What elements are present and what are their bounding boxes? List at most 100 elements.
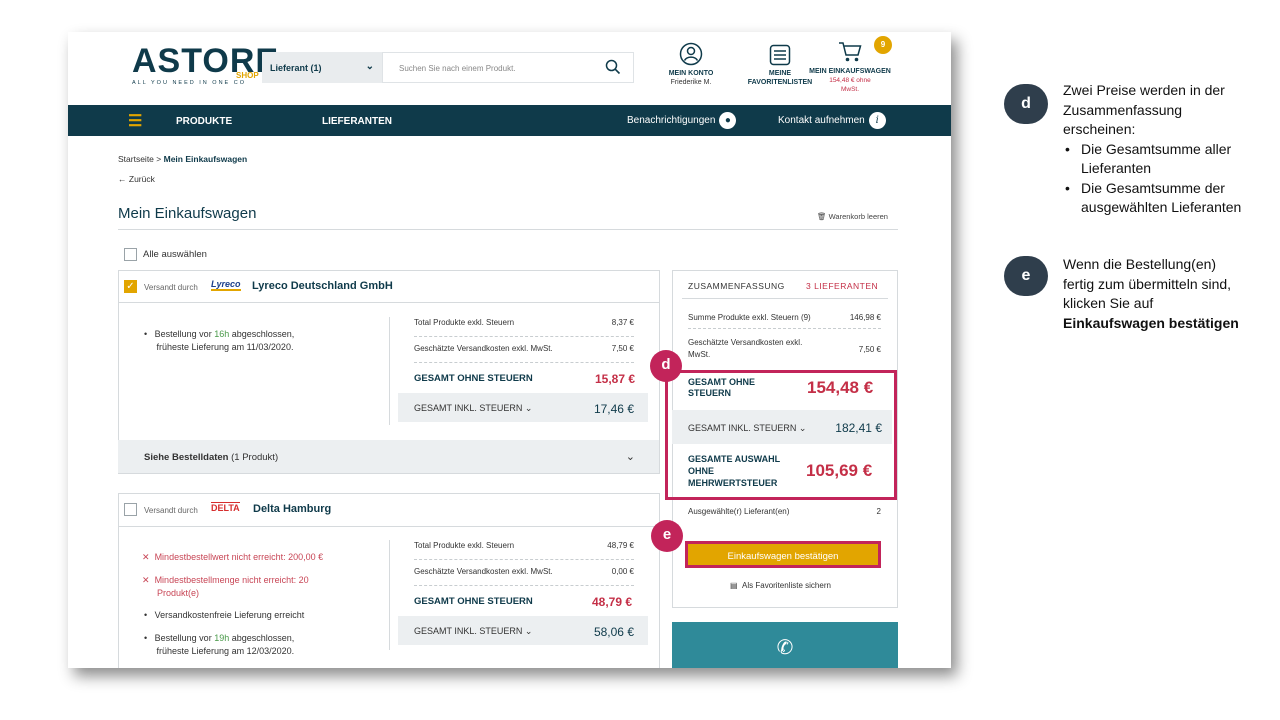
selection-total-label-3: MEHRWERTSTEUER — [688, 478, 778, 488]
logo-shop: SHOP — [236, 71, 259, 80]
delivery-note-a: Bestellung vor — [154, 329, 215, 339]
delivery-cutoff: 16h — [214, 329, 230, 339]
bell-icon: ● — [719, 112, 737, 129]
total-products-row: Total Produkte exkl. Steuern 8,37 € — [414, 318, 634, 327]
note-d-bullet-1b: Lieferanten — [1081, 160, 1152, 176]
selected-suppliers-row: Ausgewählte(r) Lieferant(en) 2 — [688, 507, 881, 516]
total-excl-value: 15,87 € — [595, 372, 636, 386]
supplier-checkbox-delta[interactable] — [124, 503, 137, 516]
delta-logo: DELTA — [211, 502, 240, 513]
back-label: Zurück — [128, 174, 155, 184]
delivery-note: • Bestellung vor 16h abgeschlossen, früh… — [144, 329, 295, 352]
note-d-bullet-1: Die Gesamtsumme aller Lieferanten — [1063, 140, 1275, 179]
nav-notifications[interactable]: Benachrichtigungen ● — [627, 112, 737, 129]
total-excl-value: 48,79 € — [592, 595, 633, 609]
note-e-line-1: Wenn die Bestellung(en) — [1063, 256, 1217, 272]
note-e-line-3: klicken Sie auf — [1063, 295, 1154, 311]
total-products-label: Total Produkte exkl. Steuern — [414, 541, 515, 550]
astore-logo[interactable]: ASTORE SHOP ALL YOU NEED IN ONE CO — [132, 44, 279, 86]
note-d: Zwei Preise werden in der Zusammenfassun… — [1063, 81, 1275, 218]
summary-products-label: Summe Produkte exkl. Steuern (9) — [688, 313, 811, 322]
select-all-label: Alle auswählen — [143, 249, 207, 260]
side-marker-d: d — [1004, 84, 1048, 124]
confirm-cart-button[interactable]: Einkaufswagen bestätigen — [686, 542, 880, 567]
note-e: Wenn die Bestellung(en) fertig zum überm… — [1063, 255, 1275, 333]
select-all-checkbox[interactable] — [124, 248, 137, 261]
summary-divider — [682, 298, 888, 299]
close-icon: ✕ — [142, 552, 150, 562]
details-label: Siehe Bestelldaten — [144, 452, 229, 463]
cart-label: MEIN EINKAUFSWAGEN — [809, 68, 891, 75]
save-favorites-link[interactable]: ▤ Als Favoritenliste sichern — [730, 581, 831, 590]
search-input[interactable]: Suchen Sie nach einem Produkt. — [382, 52, 634, 83]
row-divider — [414, 585, 634, 586]
summary-total-incl-value: 182,41 € — [835, 421, 882, 435]
supplier-checkbox-lyreco[interactable]: ✓ — [124, 280, 137, 293]
note-d-line-1: Zwei Preise werden in der — [1063, 82, 1225, 98]
empty-cart-link[interactable]: 🗑 Warenkorb leeren — [817, 212, 888, 221]
summary-total-incl-toggle[interactable]: GESAMT INKL. STEUERN ⌄ 182,41 € — [672, 410, 892, 444]
lyreco-logo: Lyreco — [211, 279, 241, 291]
total-incl-label: GESAMT INKL. STEUERN — [414, 626, 523, 636]
summary-supplier-count: 3 LIEFERANTEN — [806, 281, 879, 291]
note-e-line-2: fertig zum übermitteln sind, — [1063, 275, 1232, 292]
min-quantity-warning: ✕ Mindestbestellmenge nicht erreicht: 20… — [142, 574, 309, 600]
breadcrumb-home[interactable]: Startseite — [118, 154, 154, 164]
notifications-label: Benachrichtigungen — [627, 115, 716, 127]
selected-suppliers-label: Ausgewählte(r) Lieferant(en) — [688, 507, 790, 516]
cart-total: 154,48 € ohne — [829, 77, 871, 84]
summary-total-excl-label-1: GESAMT OHNE — [688, 377, 756, 387]
delivery-note-b: abgeschlossen, — [229, 329, 295, 339]
row-divider — [414, 362, 634, 363]
contact-phone-panel[interactable]: ✆ — [672, 622, 898, 668]
info-icon: i — [868, 112, 886, 129]
chevron-down-icon: ⌄ — [625, 451, 635, 463]
row-divider — [688, 328, 881, 329]
list-icon — [769, 44, 791, 66]
free-shipping-note: • Versandkostenfreie Lieferung erreicht — [144, 610, 305, 620]
shipping-value: 7,50 € — [611, 344, 634, 353]
selection-total-label-1: GESAMTE AUSWAHL — [688, 454, 781, 464]
menu-icon[interactable]: ☰ — [128, 111, 142, 131]
min-value-warning: ✕ Mindestbestellwert nicht erreicht: 200… — [142, 551, 323, 564]
summary-total-excl-value: 154,48 € — [807, 378, 874, 397]
column-divider — [389, 540, 390, 650]
account-name: Friederike M. — [670, 79, 712, 86]
nav-products[interactable]: PRODUKTE — [176, 116, 232, 127]
note-d-bullet-2a: Die Gesamtsumme der — [1081, 179, 1225, 196]
search-icon[interactable] — [605, 59, 621, 77]
list-icon: ▤ — [730, 581, 738, 590]
side-marker-e: e — [1004, 256, 1048, 296]
summary-shipping-value: 7,50 € — [858, 345, 881, 354]
chevron-down-icon: ⌄ — [524, 626, 533, 636]
total-excl-label: GESAMT OHNE STEUERN — [414, 373, 533, 384]
supplier-select[interactable]: Lieferant (1) ⌄ — [262, 52, 382, 83]
nav-suppliers[interactable]: LIEFERANTEN — [322, 116, 392, 127]
account-menu[interactable]: MEIN KONTO Friederike M. — [658, 42, 724, 87]
back-link[interactable]: ← Zurück — [118, 174, 155, 184]
note-d-line-3: erscheinen: — [1063, 121, 1136, 137]
shipping-row: Geschätzte Versandkosten exkl. MwSt. 0,00… — [414, 567, 634, 576]
total-excl-label: GESAMT OHNE STEUERN — [414, 596, 533, 607]
save-favorites-label: Als Favoritenliste sichern — [742, 581, 831, 590]
main-nav: ☰ PRODUKTE LIEFERANTEN Benachrichtigunge… — [68, 105, 951, 136]
shipping-row: Geschätzte Versandkosten exkl. MwSt. 7,50… — [414, 344, 634, 353]
total-incl-toggle[interactable]: GESAMT INKL. STEUERN ⌄ 17,46 € — [398, 393, 648, 422]
empty-cart-label: Warenkorb leeren — [828, 212, 888, 221]
chevron-down-icon: ⌄ — [524, 403, 533, 413]
screenshot-frame: ASTORE SHOP ALL YOU NEED IN ONE CO Liefe… — [68, 32, 951, 668]
arrow-left-icon: ← — [118, 174, 127, 184]
note-d-bullet-2b: ausgewählten Lieferanten — [1081, 199, 1242, 215]
total-incl-value: 58,06 € — [593, 625, 634, 639]
total-incl-toggle[interactable]: GESAMT INKL. STEUERN ⌄ 58,06 € — [398, 616, 648, 645]
shipped-by-label: Versandt durch — [144, 283, 198, 292]
nav-contact[interactable]: Kontakt aufnehmen i — [778, 112, 886, 129]
marker-d: d — [650, 350, 682, 382]
selection-total-label: GESAMTE AUSWAHL OHNE MEHRWERTSTEUER — [688, 453, 780, 489]
cart-total-vat: MwSt. — [840, 86, 860, 93]
order-details-toggle[interactable]: Siehe Bestelldaten (1 Produkt) ⌄ — [118, 440, 659, 473]
phone-icon: ✆ — [776, 637, 794, 659]
selection-total-value: 105,69 € — [806, 461, 873, 480]
shipping-value: 0,00 € — [611, 567, 634, 576]
account-label: MEIN KONTO — [668, 70, 714, 77]
